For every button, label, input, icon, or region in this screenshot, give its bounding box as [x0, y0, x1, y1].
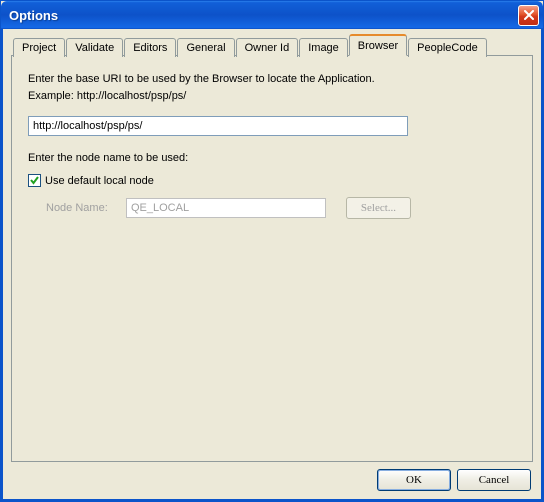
tab-project[interactable]: Project: [13, 38, 65, 57]
close-button[interactable]: [518, 5, 539, 26]
tab-label: Browser: [358, 40, 398, 52]
use-default-node-checkbox[interactable]: [28, 174, 41, 187]
options-dialog: Options Project Validate Editors General…: [0, 0, 544, 502]
node-name-label: Node Name:: [28, 202, 116, 214]
tab-owner-id[interactable]: Owner Id: [236, 38, 299, 57]
node-section-label: Enter the node name to be used:: [28, 152, 516, 164]
tabstrip: Project Validate Editors General Owner I…: [11, 37, 533, 56]
base-uri-input[interactable]: [28, 116, 408, 136]
tab-editors[interactable]: Editors: [124, 38, 176, 57]
select-node-button: Select...: [346, 197, 411, 219]
tab-panel-browser: Enter the base URI to be used by the Bro…: [11, 55, 533, 462]
tab-peoplecode[interactable]: PeopleCode: [408, 38, 487, 57]
close-icon: [524, 10, 534, 20]
tab-label: Editors: [133, 42, 167, 54]
tab-browser[interactable]: Browser: [349, 34, 407, 56]
tab-general[interactable]: General: [177, 38, 234, 57]
uri-instruction-line2: Example: http://localhost/psp/ps/: [28, 89, 516, 104]
titlebar[interactable]: Options: [1, 1, 543, 29]
use-default-node-label: Use default local node: [45, 175, 154, 187]
use-default-node-checkbox-row[interactable]: Use default local node: [28, 174, 516, 187]
tab-label: General: [186, 42, 225, 54]
tab-label: Image: [308, 42, 339, 54]
window-title: Options: [9, 8, 58, 23]
tab-label: Project: [22, 42, 56, 54]
check-icon: [29, 175, 40, 186]
client-area: Project Validate Editors General Owner I…: [1, 29, 543, 501]
node-name-row: Node Name: Select...: [28, 197, 516, 219]
ok-button[interactable]: OK: [377, 469, 451, 491]
tab-label: Owner Id: [245, 42, 290, 54]
tab-label: PeopleCode: [417, 42, 478, 54]
tab-image[interactable]: Image: [299, 38, 348, 57]
tab-label: Validate: [75, 42, 114, 54]
node-name-input: [126, 198, 326, 218]
uri-instruction-line1: Enter the base URI to be used by the Bro…: [28, 72, 516, 87]
cancel-button[interactable]: Cancel: [457, 469, 531, 491]
dialog-footer: OK Cancel: [11, 463, 533, 493]
tab-validate[interactable]: Validate: [66, 38, 123, 57]
